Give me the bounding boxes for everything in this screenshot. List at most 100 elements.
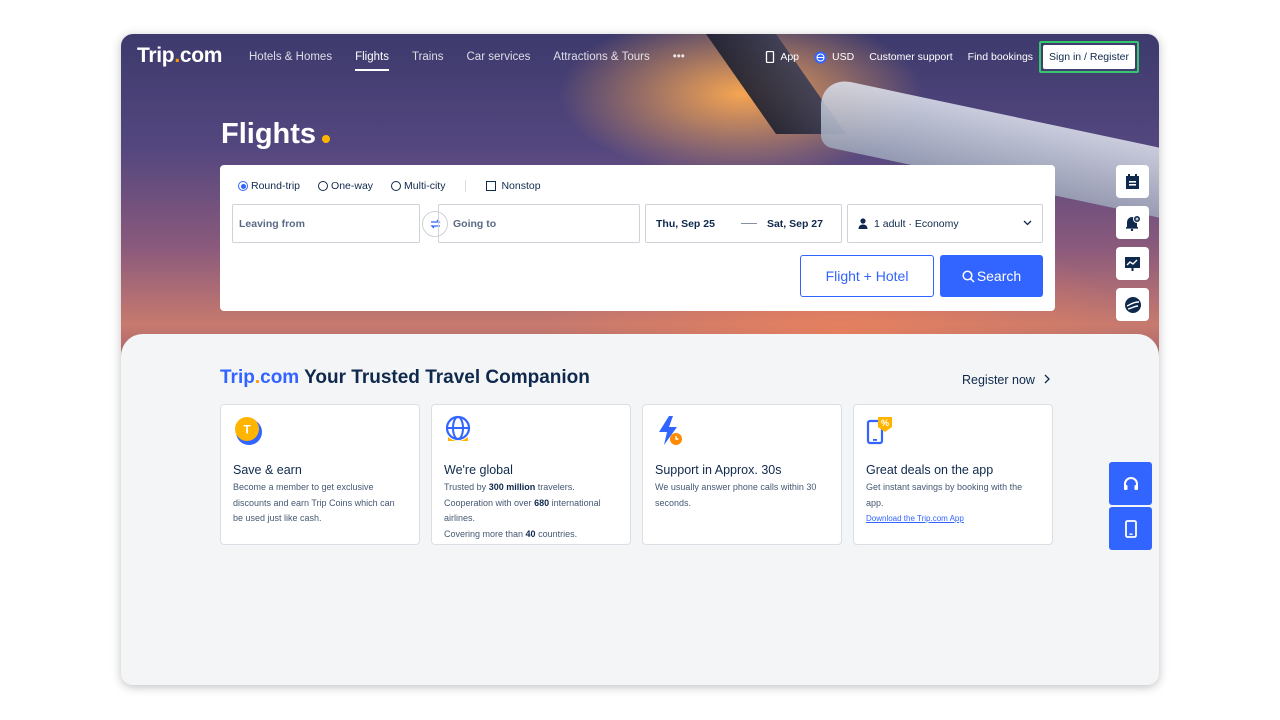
logo-text-1: Trip <box>137 44 175 67</box>
lightning-icon <box>659 416 682 445</box>
card-support: Support in Approx. 30s We usually answer… <box>642 404 842 545</box>
round-trip-radio[interactable]: Round-trip <box>238 180 300 192</box>
more-menu-icon[interactable]: ••• <box>673 51 685 71</box>
card-global: We're global Trusted by 300 million trav… <box>431 404 631 545</box>
title-dot <box>322 135 331 143</box>
search-button[interactable]: Search <box>940 255 1043 297</box>
top-nav: Trip.com Hotels & Homes Flights Trains C… <box>121 34 1159 80</box>
multi-city-label: Multi-city <box>404 180 446 192</box>
nav-right: App USD Customer support Find bookings S… <box>750 41 1139 73</box>
price-alert-tool-button[interactable] <box>1116 206 1149 239</box>
depart-date: Thu, Sep 25 <box>656 217 715 230</box>
text-fragment: travelers. <box>535 482 575 492</box>
app-link[interactable]: App <box>765 51 799 63</box>
card-title: Support in Approx. 30s <box>655 463 782 477</box>
highlight-number: 680 <box>534 497 550 508</box>
nav-item-attractions[interactable]: Attractions & Tours <box>553 51 649 71</box>
trip-logo[interactable]: Trip.com <box>137 44 222 68</box>
browser-frame: Trip.com Hotels & Homes Flights Trains C… <box>121 34 1159 685</box>
going-to-field[interactable]: Going to <box>438 204 640 243</box>
globe-icon <box>814 51 827 63</box>
flight-tracker-tool-button[interactable] <box>1116 288 1149 321</box>
one-way-label: One-way <box>331 180 374 192</box>
nav-item-trains[interactable]: Trains <box>412 51 444 71</box>
headset-icon <box>1123 476 1138 490</box>
nonstop-label: Nonstop <box>501 180 541 192</box>
leaving-from-field[interactable]: Leaving from <box>232 204 420 243</box>
passengers-class-field[interactable]: 1 adult · Economy <box>847 204 1043 243</box>
app-label: App <box>780 51 800 63</box>
companion-brand-1: Trip <box>220 367 255 388</box>
card-app-deals: % Great deals on the app Get instant sav… <box>853 404 1053 545</box>
nav-item-flights[interactable]: Flights <box>355 51 389 71</box>
radio-selected-icon <box>238 181 248 191</box>
text-fragment: Covering more than <box>444 528 526 539</box>
leaving-from-placeholder: Leaving from <box>239 217 305 230</box>
card-text: Become a member to get exclusive discoun… <box>233 482 395 523</box>
signin-highlight: Sign in / Register <box>1039 41 1139 73</box>
download-app-link[interactable]: Download the Trip.com App <box>866 514 1040 523</box>
signin-register-button[interactable]: Sign in / Register <box>1043 45 1135 69</box>
logo-text-2: com <box>179 44 223 67</box>
page-title: Flights <box>221 118 331 151</box>
text-fragment: Cooperation with over <box>444 497 535 508</box>
search-icon <box>962 269 975 283</box>
going-to-placeholder: Going to <box>453 217 497 230</box>
coin-icon: T <box>235 417 262 445</box>
round-trip-label: Round-trip <box>251 180 301 192</box>
trend-tool-button[interactable] <box>1116 247 1149 280</box>
customer-service-float-button[interactable] <box>1109 462 1152 505</box>
highlight-number: 300 million <box>488 482 536 492</box>
currency-label: USD <box>832 51 855 63</box>
svg-text:T: T <box>243 423 251 437</box>
person-icon <box>858 218 868 229</box>
nav-item-car-services[interactable]: Car services <box>467 51 531 71</box>
companion-heading: Trip.com Your Trusted Travel Companion <box>220 367 590 389</box>
customer-support-link[interactable]: Customer support <box>869 51 952 63</box>
date-separator <box>740 223 757 224</box>
highlight-number: 40 <box>525 528 536 539</box>
text-fragment: Trusted by <box>444 482 489 492</box>
flight-hotel-button[interactable]: Flight + Hotel <box>800 255 934 297</box>
side-tools <box>1116 165 1149 321</box>
text-fragment: countries. <box>535 528 578 539</box>
register-now-link[interactable]: Register now <box>962 373 1051 387</box>
nav-item-hotels[interactable]: Hotels & Homes <box>249 51 332 71</box>
chevron-right-icon <box>1044 374 1051 384</box>
nonstop-checkbox[interactable]: Nonstop <box>486 180 541 192</box>
return-date: Sat, Sep 27 <box>766 217 823 230</box>
date-range-field[interactable]: Thu, Sep 25 Sat, Sep 27 <box>645 204 842 243</box>
flight-globe-icon <box>1124 296 1141 313</box>
divider <box>465 180 467 192</box>
companion-title-text: Your Trusted Travel Companion <box>299 367 590 388</box>
mobile-icon <box>1124 519 1137 538</box>
card-text: Trusted by 300 million travelers. Cooper… <box>444 480 618 542</box>
calendar-tool-button[interactable] <box>1116 165 1149 198</box>
trip-type-options: Round-trip One-way Multi-city Nonstop <box>238 180 559 192</box>
benefit-cards: T Save & earn Become a member to get exc… <box>220 404 1053 545</box>
mobile-app-float-button[interactable] <box>1109 507 1152 550</box>
checkbox-icon <box>486 181 497 191</box>
chevron-down-icon <box>1023 220 1032 226</box>
flight-search-box: Round-trip One-way Multi-city Nonstop Le… <box>220 165 1055 311</box>
currency-selector[interactable]: USD <box>814 51 854 64</box>
search-button-label: Search <box>976 268 1022 284</box>
companion-brand-2: com <box>260 367 300 388</box>
svg-text:%: % <box>881 418 889 428</box>
radio-icon <box>318 181 329 191</box>
passengers-value: 1 adult · Economy <box>874 217 959 230</box>
register-now-label: Register now <box>962 373 1035 387</box>
calendar-icon <box>1126 174 1139 189</box>
one-way-radio[interactable]: One-way <box>318 180 373 192</box>
card-title: Great deals on the app <box>866 463 994 477</box>
multi-city-radio[interactable]: Multi-city <box>391 180 445 192</box>
find-bookings-link[interactable]: Find bookings <box>968 51 1033 63</box>
card-save-earn: T Save & earn Become a member to get exc… <box>220 404 420 545</box>
nav-items: Hotels & Homes Flights Trains Car servic… <box>249 51 708 71</box>
card-text: We usually answer phone calls within 30 … <box>655 482 817 508</box>
trend-chart-icon <box>1125 257 1140 271</box>
phone-deal-icon: % <box>866 417 892 445</box>
card-text: Get instant savings by booking with the … <box>866 482 1023 508</box>
hero-banner: Trip.com Hotels & Homes Flights Trains C… <box>121 34 1159 364</box>
globe-icon <box>445 415 471 441</box>
